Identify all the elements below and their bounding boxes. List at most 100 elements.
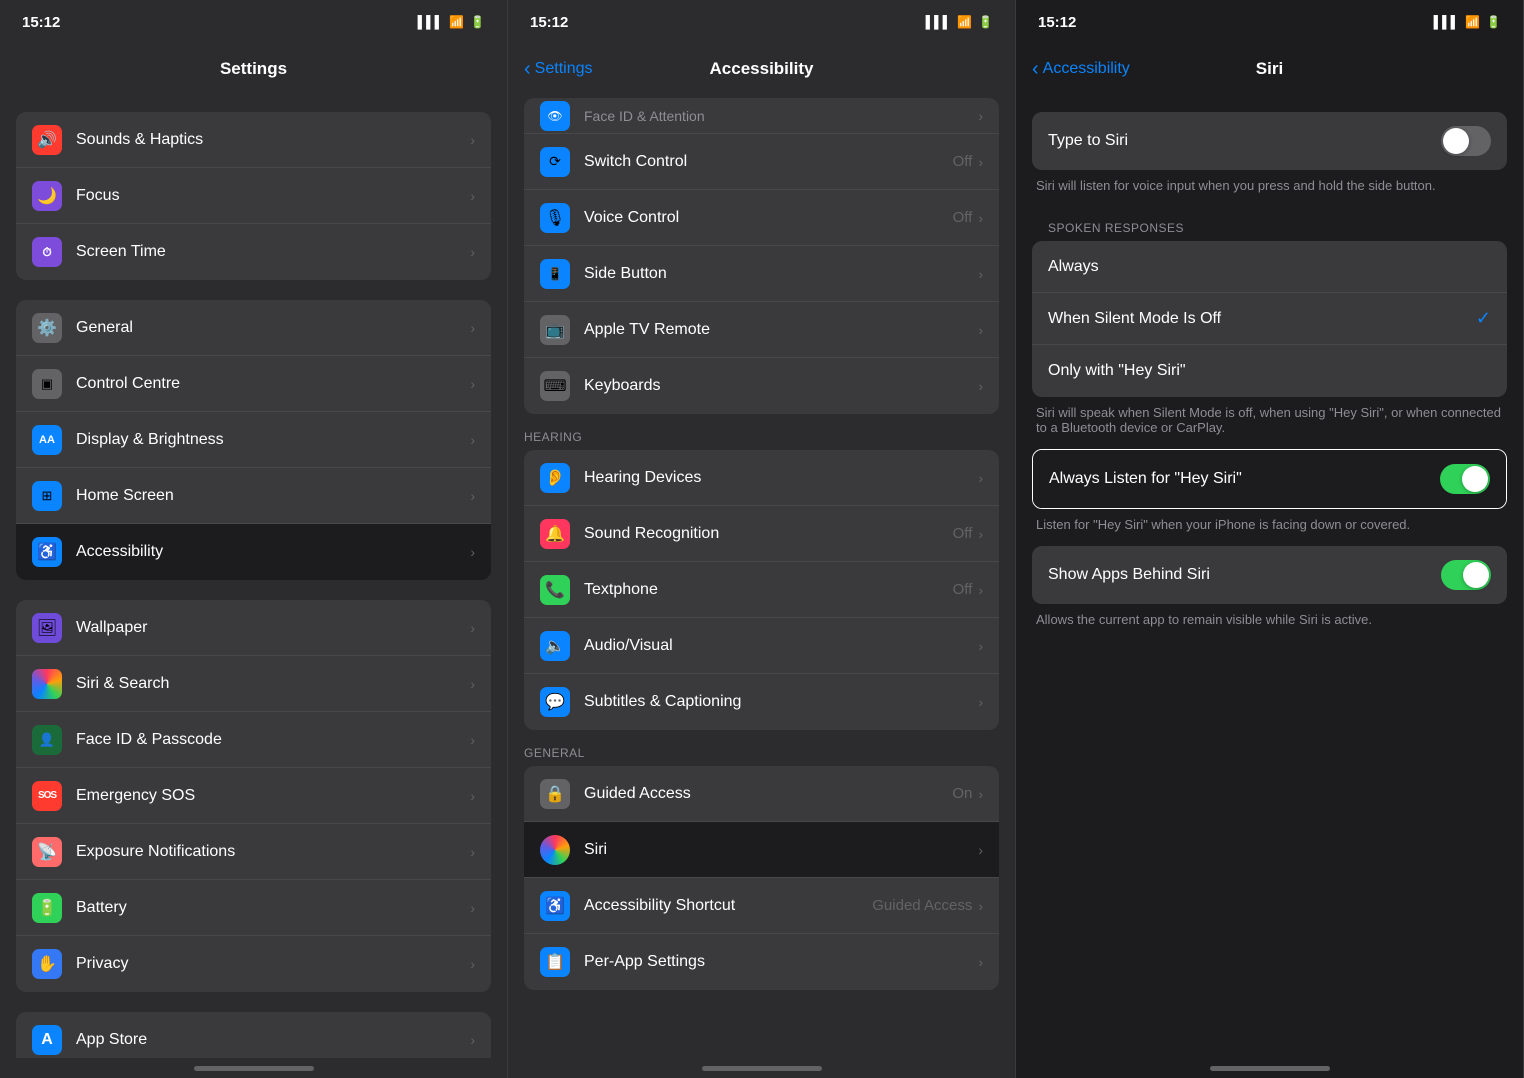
type-to-siri-card: Type to Siri <box>1032 112 1507 170</box>
guidedaccess-value: On <box>952 785 972 802</box>
keyboards-icon: ⌨ <box>540 371 570 401</box>
always-listen-toggle[interactable] <box>1440 464 1490 494</box>
only-hey-row[interactable]: Only with "Hey Siri" <box>1032 345 1507 397</box>
privacy-label: Privacy <box>76 955 470 973</box>
settings-item-audiovisual[interactable]: 🔈 Audio/Visual › <box>524 618 999 674</box>
signal-icon-1: ▌▌▌ <box>418 15 444 29</box>
settings-item-wallpaper[interactable]: 🖼 Wallpaper › <box>16 600 491 656</box>
switchcontrol-value: Off <box>953 153 973 170</box>
settings-item-privacy[interactable]: ✋ Privacy › <box>16 936 491 992</box>
sidebutton-icon: 📱 <box>540 259 570 289</box>
battery-chevron: › <box>470 900 475 916</box>
settings-item-appstore[interactable]: A App Store › <box>16 1012 491 1058</box>
status-time-1: 15:12 <box>22 14 60 31</box>
settings-item-siri-p2[interactable]: Siri › <box>524 822 999 878</box>
accessibility-icon: ♿ <box>32 537 62 567</box>
settings-item-focus[interactable]: 🌙 Focus › <box>16 168 491 224</box>
settings-item-battery[interactable]: 🔋 Battery › <box>16 880 491 936</box>
emergencysos-chevron: › <box>470 788 475 804</box>
wifi-icon-1: 📶 <box>449 15 464 29</box>
faceid-icon: 👤 <box>32 725 62 755</box>
status-icons-2: ▌▌▌ 📶 🔋 <box>926 15 993 29</box>
subtitles-chevron: › <box>978 694 983 710</box>
always-listen-row[interactable]: Always Listen for "Hey Siri" <box>1033 450 1506 508</box>
wifi-icon-2: 📶 <box>957 15 972 29</box>
panel3-title: Siri <box>1256 59 1283 79</box>
accessibilityshortcut-icon: ♿ <box>540 891 570 921</box>
settings-item-accessibilityshortcut[interactable]: ♿ Accessibility Shortcut Guided Access › <box>524 878 999 934</box>
settings-item-exposure[interactable]: 📡 Exposure Notifications › <box>16 824 491 880</box>
settings-item-switchcontrol[interactable]: ⟳ Switch Control Off › <box>524 134 999 190</box>
settings-item-subtitles[interactable]: 💬 Subtitles & Captioning › <box>524 674 999 730</box>
settings-group-3: 🖼 Wallpaper › Siri & Search › 👤 Face ID … <box>16 600 491 992</box>
always-row[interactable]: Always <box>1032 241 1507 293</box>
settings-item-display[interactable]: AA Display & Brightness › <box>16 412 491 468</box>
settings-item-screentime[interactable]: ⏱ Screen Time › <box>16 224 491 280</box>
switchcontrol-label: Switch Control <box>584 153 953 171</box>
settings-item-general[interactable]: ⚙️ General › <box>16 300 491 356</box>
always-listen-card: Always Listen for "Hey Siri" <box>1032 449 1507 509</box>
settings-item-faceid[interactable]: 👤 Face ID & Passcode › <box>16 712 491 768</box>
settings-group-2: ⚙️ General › ▣ Control Centre › AA Displ… <box>16 300 491 580</box>
wallpaper-chevron: › <box>470 620 475 636</box>
screentime-chevron: › <box>470 244 475 260</box>
type-to-siri-toggle[interactable] <box>1441 126 1491 156</box>
guidedaccess-label: Guided Access <box>584 785 952 803</box>
back-chevron-icon: ‹ <box>524 58 531 81</box>
settings-item-homescreen[interactable]: ⊞ Home Screen › <box>16 468 491 524</box>
status-time-3: 15:12 <box>1038 14 1076 31</box>
when-silent-row[interactable]: When Silent Mode Is Off ✓ <box>1032 293 1507 345</box>
settings-list-1: 🔊 Sounds & Haptics › 🌙 Focus › ⏱ Screen … <box>0 94 507 1058</box>
sidebutton-chevron: › <box>978 266 983 282</box>
panel-accessibility: 15:12 ▌▌▌ 📶 🔋 ‹ Settings Accessibility 👁… <box>508 0 1016 1078</box>
settings-item-sirisearch[interactable]: Siri & Search › <box>16 656 491 712</box>
show-apps-row[interactable]: Show Apps Behind Siri <box>1032 546 1507 604</box>
faceidattention-icon: 👁 <box>540 101 570 131</box>
settings-item-voicecontrol[interactable]: 🎙 Voice Control Off › <box>524 190 999 246</box>
settings-item-controlcentre[interactable]: ▣ Control Centre › <box>16 356 491 412</box>
nav-header-3: ‹ Accessibility Siri <box>1016 44 1523 94</box>
sirisearch-chevron: › <box>470 676 475 692</box>
settings-item-keyboards[interactable]: ⌨ Keyboards › <box>524 358 999 414</box>
siri-back-button[interactable]: ‹ Accessibility <box>1032 58 1130 81</box>
general-section-header: GENERAL <box>508 732 1015 766</box>
siri-settings-list: Type to Siri Siri will listen for voice … <box>1016 94 1523 1058</box>
settings-item-accessibility[interactable]: ♿ Accessibility › <box>16 524 491 580</box>
settings-item-faceidattention-partial[interactable]: 👁 Face ID & Attention › <box>524 98 999 134</box>
nav-header-1: Settings <box>0 44 507 94</box>
settings-item-appletvremote[interactable]: 📺 Apple TV Remote › <box>524 302 999 358</box>
settings-item-emergencysos[interactable]: SOS Emergency SOS › <box>16 768 491 824</box>
panel2-title: Accessibility <box>710 59 814 79</box>
hearing-section-header: HEARING <box>508 416 1015 450</box>
subtitles-icon: 💬 <box>540 687 570 717</box>
appstore-label: App Store <box>76 1031 470 1049</box>
status-icons-1: ▌▌▌ 📶 🔋 <box>418 15 485 29</box>
settings-item-sidebutton[interactable]: 📱 Side Button › <box>524 246 999 302</box>
controlcentre-chevron: › <box>470 376 475 392</box>
siri-icon <box>32 669 62 699</box>
panel-settings: 15:12 ▌▌▌ 📶 🔋 Settings 🔊 Sounds & Haptic… <box>0 0 508 1078</box>
show-apps-toggle[interactable] <box>1441 560 1491 590</box>
back-label: Settings <box>535 60 593 78</box>
settings-item-soundrecognition[interactable]: 🔔 Sound Recognition Off › <box>524 506 999 562</box>
faceid-chevron: › <box>470 732 475 748</box>
exposure-chevron: › <box>470 844 475 860</box>
status-time-2: 15:12 <box>530 14 568 31</box>
battery-icon: 🔋 <box>32 893 62 923</box>
settings-item-hearingdevices[interactable]: 👂 Hearing Devices › <box>524 450 999 506</box>
type-to-siri-row[interactable]: Type to Siri <box>1032 112 1507 170</box>
voicecontrol-value: Off <box>953 209 973 226</box>
accessibility-back-button[interactable]: ‹ Settings <box>524 58 592 81</box>
wifi-icon-3: 📶 <box>1465 15 1480 29</box>
settings-item-textphone[interactable]: 📞 Textphone Off › <box>524 562 999 618</box>
keyboards-label: Keyboards <box>584 377 978 395</box>
wallpaper-label: Wallpaper <box>76 619 470 637</box>
settings-item-guidedaccess[interactable]: 🔒 Guided Access On › <box>524 766 999 822</box>
always-listen-subtext: Listen for "Hey Siri" when your iPhone i… <box>1032 511 1507 546</box>
status-icons-3: ▌▌▌ 📶 🔋 <box>1434 15 1501 29</box>
switchcontrol-icon: ⟳ <box>540 147 570 177</box>
settings-item-sounds[interactable]: 🔊 Sounds & Haptics › <box>16 112 491 168</box>
settings-item-perappsettings[interactable]: 📋 Per-App Settings › <box>524 934 999 990</box>
audiovisual-chevron: › <box>978 638 983 654</box>
home-indicator-2 <box>508 1058 1015 1078</box>
